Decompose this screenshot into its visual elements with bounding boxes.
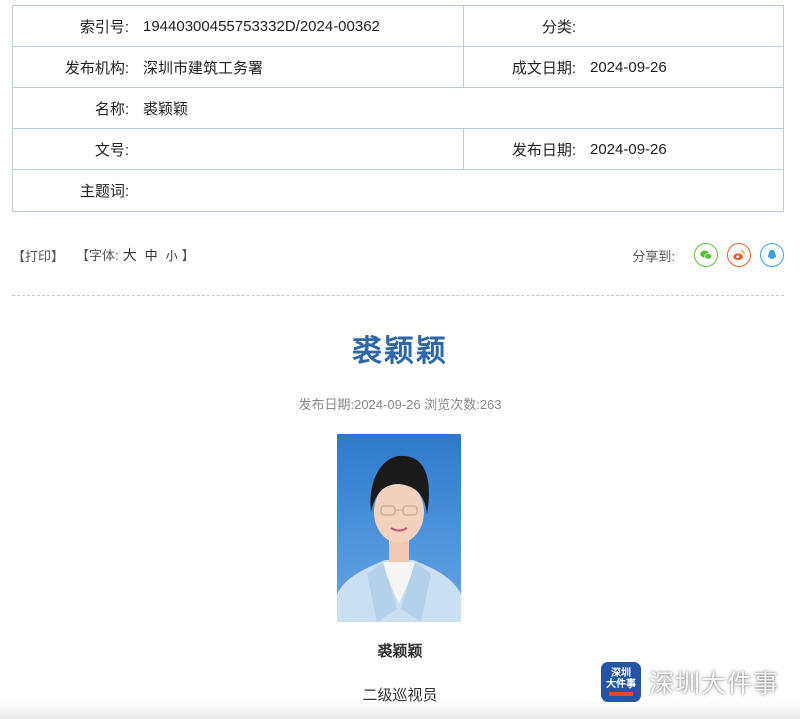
share-label: 分享到:: [632, 248, 675, 264]
meta-row-name: 名称: 裘颖颖: [13, 88, 783, 129]
font-size-control: 【字体: 大中小】: [76, 245, 195, 265]
category-label: 分类:: [541, 18, 576, 36]
article-toolbar: 【打印】 【字体: 大中小】 分享到:: [12, 240, 784, 270]
watermark-text: 深圳大件事: [649, 670, 780, 698]
bottom-fade: [0, 700, 800, 719]
caption-name: 裘颖颖: [377, 643, 423, 660]
font-size-suffix: 】: [181, 248, 195, 263]
doc-number-label: 文号:: [94, 141, 129, 159]
meta-row-keywords: 主题词:: [13, 170, 783, 211]
index-label: 索引号:: [79, 18, 129, 36]
meta-row-publisher: 发布机构: 深圳市建筑工务署 成文日期: 2024-09-26: [13, 47, 783, 88]
index-value: 19440300455753332D/2024-00362: [143, 17, 380, 35]
watermark-logo: 深圳 大件事: [601, 662, 641, 702]
watermark-logo-line1: 深圳: [611, 668, 631, 679]
portrait-photo: [337, 434, 461, 622]
meta-row-index: 索引号: 19440300455753332D/2024-00362 分类:: [13, 6, 783, 47]
publisher-value: 深圳市建筑工务署: [143, 59, 264, 77]
article-title: 裘颖颖: [352, 335, 448, 368]
metadata-table: 索引号: 19440300455753332D/2024-00362 分类: 发…: [12, 5, 784, 212]
font-size-prefix: 【字体:: [76, 248, 119, 263]
wechat-icon[interactable]: [694, 243, 718, 267]
font-size-small-button[interactable]: 小: [166, 249, 178, 263]
share-bar: 分享到:: [632, 243, 784, 267]
name-value: 裘颖颖: [143, 100, 189, 118]
article-info: 发布日期:2024-09-26 浏览次数:263: [298, 397, 502, 412]
name-label: 名称:: [94, 100, 129, 118]
watermark-logo-stripe: [609, 692, 633, 696]
publish-date-label: 发布日期:: [511, 141, 576, 159]
watermark-logo-line2: 大件事: [606, 679, 636, 690]
font-size-medium-button[interactable]: 中: [145, 248, 158, 263]
print-button[interactable]: 【打印】: [12, 246, 64, 265]
weibo-icon[interactable]: [727, 243, 751, 267]
watermark: 深圳 大件事 深圳大件事: [601, 662, 779, 702]
font-size-large-button[interactable]: 大: [123, 247, 137, 263]
created-date-value: 2024-09-26: [590, 58, 667, 76]
meta-row-docno: 文号: 发布日期: 2024-09-26: [13, 129, 783, 170]
publish-date-value: 2024-09-26: [590, 140, 667, 158]
dashed-divider: [12, 295, 784, 296]
keywords-label: 主题词:: [79, 183, 129, 200]
qq-icon[interactable]: [760, 243, 784, 267]
publisher-label: 发布机构:: [64, 59, 129, 77]
created-date-label: 成文日期:: [511, 59, 576, 77]
